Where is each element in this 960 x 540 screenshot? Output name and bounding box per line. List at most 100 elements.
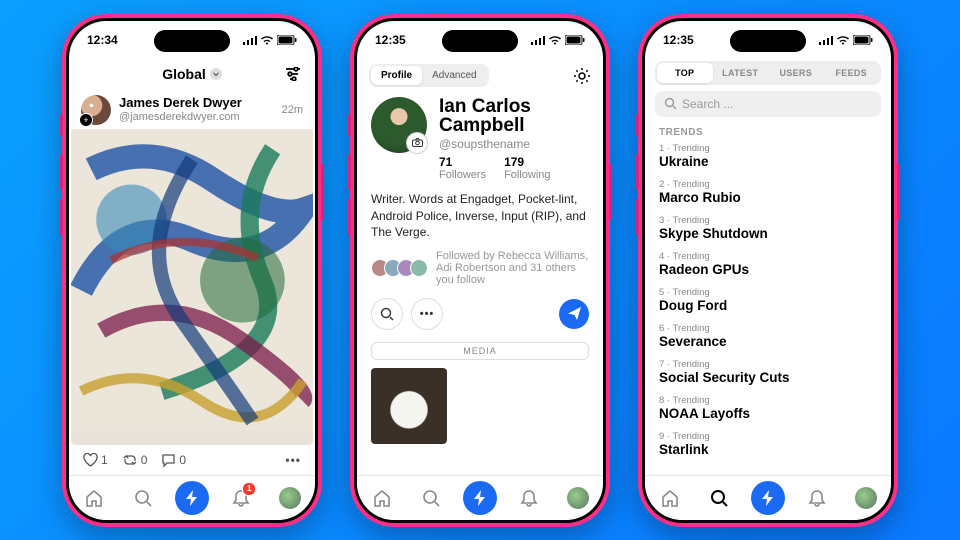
nav-profile[interactable] (561, 481, 595, 515)
nav-search[interactable] (414, 481, 448, 515)
following[interactable]: 179Following (504, 155, 550, 181)
tab-latest[interactable]: LATEST (713, 63, 769, 83)
battery-icon (565, 35, 585, 45)
tab-advanced[interactable]: Advanced (422, 66, 486, 85)
trends-header: TRENDS (645, 125, 891, 143)
profile-avatar[interactable] (371, 97, 427, 153)
profile-avatar-icon (279, 487, 301, 509)
status-bar: 12:35 (645, 21, 891, 59)
trend-item[interactable]: 8 · TrendingNOAA Layoffs (659, 395, 877, 421)
trend-rank: 9 · Trending (659, 431, 877, 442)
media-grid (371, 368, 589, 444)
trend-topic: NOAA Layoffs (659, 406, 877, 421)
trend-rank: 1 · Trending (659, 143, 877, 154)
battery-icon (853, 35, 873, 45)
nav-notifications[interactable]: 1 (224, 481, 258, 515)
nav-home[interactable] (653, 481, 687, 515)
profile-tabs: Profile Advanced (369, 64, 489, 87)
author-avatar[interactable] (81, 95, 111, 125)
search-icon (709, 488, 729, 508)
status-bar: 12:35 (357, 21, 603, 59)
trend-topic: Starlink (659, 442, 877, 457)
profile-actions: ••• (371, 298, 589, 330)
followers[interactable]: 71Followers (439, 155, 486, 181)
trend-topic: Radeon GPUs (659, 262, 877, 277)
trend-topic: Doug Ford (659, 298, 877, 313)
tab-users[interactable]: USERS (768, 63, 824, 83)
author-name: James Derek Dwyer (119, 96, 242, 110)
nav-notifications[interactable] (512, 481, 546, 515)
clock: 12:34 (87, 33, 118, 47)
trend-item[interactable]: 9 · TrendingStarlink (659, 431, 877, 457)
more-profile-button[interactable]: ••• (411, 298, 443, 330)
trend-rank: 6 · Trending (659, 323, 877, 334)
post-timestamp: 22m (282, 104, 303, 116)
like-count: 1 (101, 453, 108, 467)
feed-selector[interactable]: Global (162, 66, 222, 82)
nav-bolt[interactable] (175, 481, 209, 515)
post-header[interactable]: James Derek Dwyer @jamesderekdwyer.com 2… (69, 89, 315, 129)
trend-item[interactable]: 5 · TrendingDoug Ford (659, 287, 877, 313)
search-input[interactable]: Search ... (655, 91, 881, 117)
battery-icon (277, 35, 297, 45)
comment-icon (161, 453, 176, 467)
media-section-header[interactable]: MEDIA (371, 342, 589, 360)
nav-search[interactable] (702, 481, 736, 515)
trend-item[interactable]: 6 · TrendingSeverance (659, 323, 877, 349)
edit-avatar-button[interactable] (406, 132, 428, 154)
bell-icon (519, 488, 539, 508)
bell-icon (807, 488, 827, 508)
gear-icon[interactable] (573, 67, 591, 85)
post-image[interactable] (71, 129, 313, 445)
more-button[interactable]: ••• (285, 453, 301, 467)
trend-topic: Skype Shutdown (659, 226, 877, 241)
phone-frame-1: 12:34 Global James Derek Dwyer @jam (62, 14, 322, 527)
dynamic-island (442, 30, 518, 52)
trend-item[interactable]: 7 · TrendingSocial Security Cuts (659, 359, 877, 385)
comment-button[interactable]: 0 (161, 453, 186, 467)
chevron-down-icon (210, 68, 222, 80)
tab-feeds[interactable]: FEEDS (824, 63, 880, 83)
nav-profile[interactable] (273, 481, 307, 515)
stage: 12:34 Global James Derek Dwyer @jam (0, 0, 960, 540)
profile-header: Profile Advanced (357, 59, 603, 93)
search-profile-button[interactable] (371, 298, 403, 330)
trend-rank: 7 · Trending (659, 359, 877, 370)
explore-tabs: TOP LATEST USERS FEEDS (655, 61, 881, 85)
nav-home[interactable] (77, 481, 111, 515)
trend-rank: 8 · Trending (659, 395, 877, 406)
media-item[interactable] (371, 368, 447, 444)
search-icon (421, 488, 441, 508)
tab-profile[interactable]: Profile (371, 66, 422, 85)
nav-notifications[interactable] (800, 481, 834, 515)
trend-item[interactable]: 4 · TrendingRadeon GPUs (659, 251, 877, 277)
nav-home[interactable] (365, 481, 399, 515)
tab-bar (357, 475, 603, 520)
repost-button[interactable]: 0 (122, 453, 148, 467)
followed-by[interactable]: Followed by Rebecca Williams, Adi Robert… (371, 250, 589, 286)
nav-bolt[interactable] (463, 481, 497, 515)
trend-rank: 5 · Trending (659, 287, 877, 298)
wifi-icon (548, 35, 562, 45)
profile-bio: Writer. Words at Engadget, Pocket-lint, … (371, 191, 589, 240)
search-icon (380, 307, 394, 321)
phone-frame-3: 12:35 TOP LATEST USERS FEEDS Search ... … (638, 14, 898, 527)
camera-icon (412, 138, 423, 147)
search-placeholder: Search ... (682, 97, 733, 111)
trend-item[interactable]: 3 · TrendingSkype Shutdown (659, 215, 877, 241)
tab-top[interactable]: TOP (657, 63, 713, 83)
trend-item[interactable]: 1 · TrendingUkraine (659, 143, 877, 169)
like-button[interactable]: 1 (83, 453, 108, 467)
nav-profile[interactable] (849, 481, 883, 515)
home-icon (372, 488, 392, 508)
filter-icon[interactable] (285, 67, 301, 81)
repost-count: 0 (141, 453, 148, 467)
nav-bolt[interactable] (751, 481, 785, 515)
bolt-icon (183, 489, 201, 507)
message-button[interactable] (559, 299, 589, 329)
bolt-icon (471, 489, 489, 507)
repost-icon (122, 453, 138, 467)
trend-rank: 2 · Trending (659, 179, 877, 190)
trend-item[interactable]: 2 · TrendingMarco Rubio (659, 179, 877, 205)
nav-search[interactable] (126, 481, 160, 515)
